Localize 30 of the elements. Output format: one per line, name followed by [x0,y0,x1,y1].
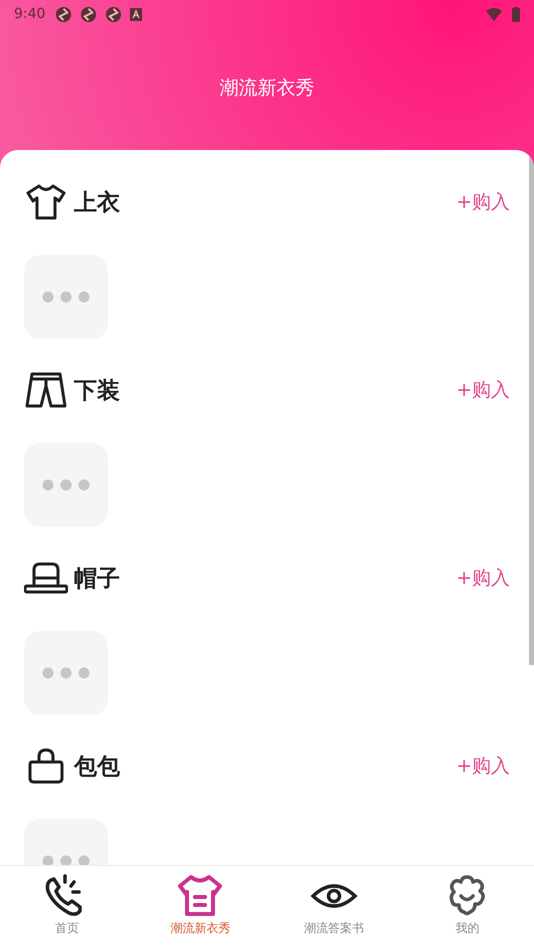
more-tile[interactable] [24,443,108,527]
more-icon [42,291,90,303]
nav-tab[interactable]: 首页 [0,866,134,950]
app-notification-icon [55,6,72,22]
category-title: 包包 [74,752,120,782]
app-notification-icon [105,6,122,22]
buy-link[interactable]: +购入 [456,753,510,779]
status-time: 9:40 [14,6,46,22]
more-tile[interactable] [24,255,108,339]
category-title: 帽子 [74,564,120,594]
app-notification-icon [80,6,98,22]
more-icon [42,855,90,865]
buy-link[interactable]: +购入 [456,189,510,215]
nav-tab[interactable]: 我的 [400,866,534,950]
more-icon [42,479,90,491]
t-shirt-icon [24,182,68,222]
category-title: 下装 [74,376,120,406]
nav-tab[interactable]: 潮流答案书 [267,866,400,950]
nav-tab[interactable]: 潮流新衣秀 [134,866,267,950]
battery-icon [512,6,520,22]
shorts-icon [24,370,68,410]
keyboard-notification-icon [130,8,142,20]
wifi-icon [486,8,502,20]
buy-link[interactable]: +购入 [456,377,510,403]
page-title: 潮流新衣秀 [220,76,314,101]
category-title: 上衣 [74,188,120,218]
t-shirt-icon [176,874,224,918]
more-tile[interactable] [24,631,108,715]
buy-link[interactable]: +购入 [456,565,510,591]
more-icon [42,667,90,679]
